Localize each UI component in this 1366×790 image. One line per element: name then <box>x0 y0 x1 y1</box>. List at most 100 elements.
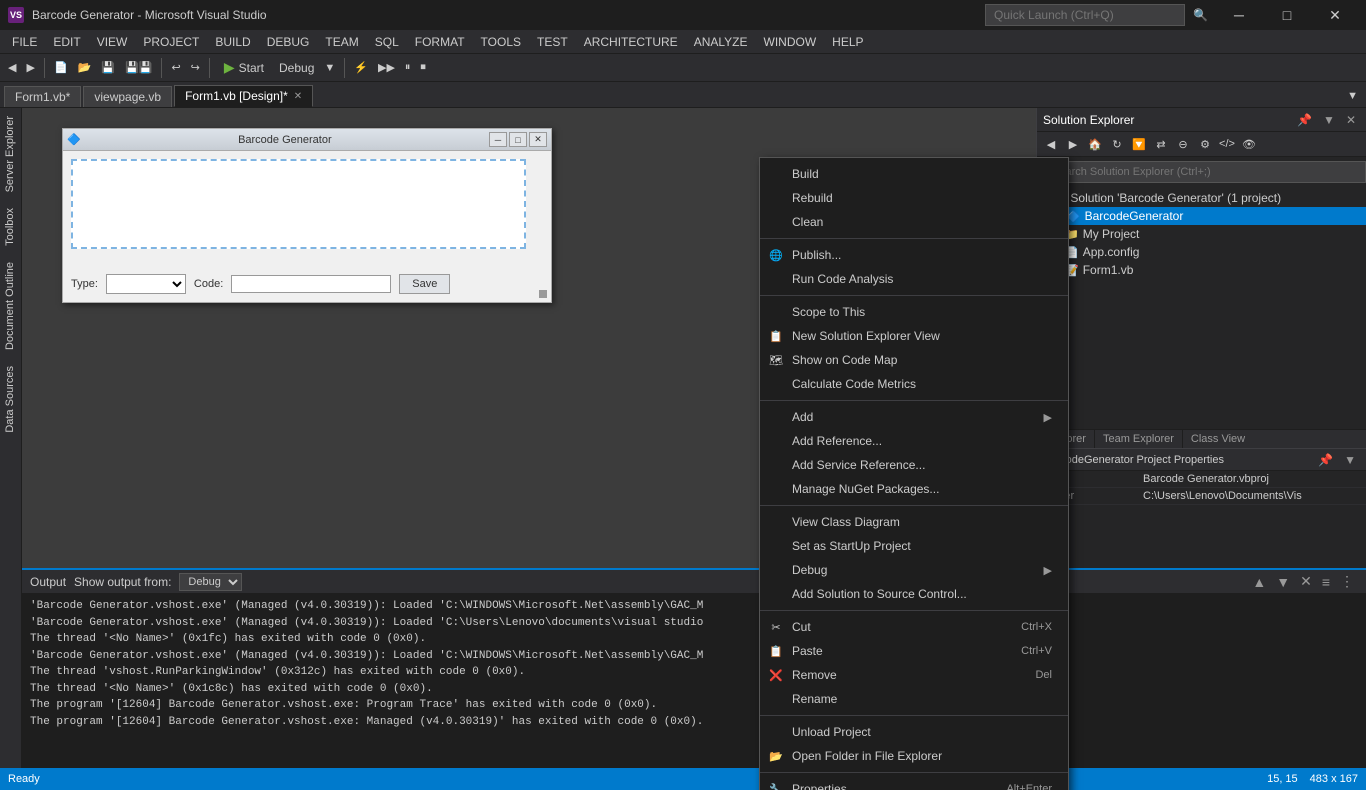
context-menu-item[interactable]: 📋PasteCtrl+V <box>760 639 1068 663</box>
menu-tools[interactable]: TOOLS <box>473 30 529 54</box>
se-btn-forward[interactable]: ▶ <box>1063 134 1083 154</box>
context-menu-item[interactable]: Rebuild <box>760 186 1068 210</box>
menu-window[interactable]: WINDOW <box>756 30 825 54</box>
context-menu-item[interactable]: Add Service Reference... <box>760 453 1068 477</box>
sidebar-tab-server-explorer[interactable]: Server Explorer <box>0 108 21 200</box>
context-menu-item[interactable]: 📋New Solution Explorer View <box>760 324 1068 348</box>
context-menu-item[interactable]: View Class Diagram <box>760 510 1068 534</box>
se-btn-properties[interactable]: ⚙ <box>1195 134 1215 154</box>
resize-handle[interactable] <box>539 290 547 298</box>
menu-build[interactable]: BUILD <box>207 30 258 54</box>
tab-class-view[interactable]: Class View <box>1183 430 1253 448</box>
type-dropdown[interactable] <box>106 274 186 294</box>
tree-item-myproject[interactable]: 📁 My Project <box>1037 225 1366 243</box>
context-menu-item[interactable]: ❌RemoveDel <box>760 663 1068 687</box>
context-menu-item[interactable]: Build <box>760 162 1068 186</box>
se-btn-home[interactable]: 🏠 <box>1085 134 1105 154</box>
debug-dropdown[interactable]: ▼ <box>320 57 339 79</box>
menu-format[interactable]: FORMAT <box>407 30 473 54</box>
toolbar-back[interactable]: ◀ <box>4 57 20 79</box>
se-btn-back[interactable]: ◀ <box>1041 134 1061 154</box>
close-button[interactable]: ✕ <box>1312 0 1358 30</box>
minimize-button[interactable]: ─ <box>1216 0 1262 30</box>
context-menu-item[interactable]: Add Solution to Source Control... <box>760 582 1068 606</box>
code-input[interactable] <box>231 275 391 293</box>
se-btn-refresh[interactable]: ↻ <box>1107 134 1127 154</box>
context-menu-item[interactable]: 🌐Publish... <box>760 243 1068 267</box>
se-btn-collapse[interactable]: ⊖ <box>1173 134 1193 154</box>
tab-form1vb[interactable]: Form1.vb* <box>4 86 81 107</box>
start-button[interactable]: ▶ Start <box>215 56 273 79</box>
se-btn-filter[interactable]: 🔽 <box>1129 134 1149 154</box>
toolbar-btn4[interactable]: ⏹ <box>416 57 430 79</box>
toolbar-save[interactable]: 💾 <box>97 57 119 79</box>
menu-analyze[interactable]: ANALYZE <box>686 30 756 54</box>
context-menu-item[interactable]: Calculate Code Metrics <box>760 372 1068 396</box>
menu-file[interactable]: FILE <box>4 30 45 54</box>
menu-team[interactable]: TEAM <box>317 30 366 54</box>
form-canvas[interactable] <box>71 159 526 249</box>
se-close-btn[interactable]: ✕ <box>1342 112 1360 128</box>
tree-item-form1vb[interactable]: 📝 Form1.vb <box>1037 261 1366 279</box>
prop-dropdown-btn[interactable]: ▼ <box>1340 452 1360 468</box>
se-btn-code[interactable]: </> <box>1217 134 1237 154</box>
tab-overflow-btn[interactable]: ▼ <box>1343 85 1362 107</box>
output-source-dropdown[interactable]: Debug <box>179 573 242 591</box>
toolbar-btn2[interactable]: ▶▶ <box>374 57 399 79</box>
form-minimize-btn[interactable]: ─ <box>489 132 507 147</box>
toolbar-save-all[interactable]: 💾💾 <box>121 57 156 79</box>
menu-test[interactable]: TEST <box>529 30 576 54</box>
form-maximize-btn[interactable]: □ <box>509 132 527 147</box>
save-button[interactable]: Save <box>399 274 450 294</box>
output-btn5[interactable]: ⋮ <box>1336 573 1358 590</box>
menu-project[interactable]: PROJECT <box>135 30 207 54</box>
context-menu-item[interactable]: 🗺Show on Code Map <box>760 348 1068 372</box>
se-btn-preview[interactable]: 👁 <box>1239 134 1259 154</box>
context-menu-item[interactable]: Add▶ <box>760 405 1068 429</box>
tab-form1design[interactable]: Form1.vb [Design]* ✕ <box>174 85 313 107</box>
context-menu-item[interactable]: 📂Open Folder in File Explorer <box>760 744 1068 768</box>
context-menu-item[interactable]: Clean <box>760 210 1068 234</box>
sidebar-tab-document-outline[interactable]: Document Outline <box>0 254 21 358</box>
toolbar-undo[interactable]: ↩ <box>167 57 184 79</box>
context-menu-item[interactable]: Unload Project <box>760 720 1068 744</box>
menu-help[interactable]: HELP <box>824 30 871 54</box>
sidebar-tab-toolbox[interactable]: Toolbox <box>0 200 21 254</box>
tree-item-project[interactable]: ▼ 🔷 BarcodeGenerator <box>1037 207 1366 225</box>
quick-launch-input[interactable] <box>985 4 1185 26</box>
output-btn3[interactable]: ✕ <box>1296 573 1316 590</box>
menu-architecture[interactable]: ARCHITECTURE <box>576 30 686 54</box>
context-menu-item[interactable]: Manage NuGet Packages... <box>760 477 1068 501</box>
toolbar-new[interactable]: 📄 <box>50 57 72 79</box>
tree-item-appconfig[interactable]: 📄 App.config <box>1037 243 1366 261</box>
context-menu-item[interactable]: Run Code Analysis <box>760 267 1068 291</box>
maximize-button[interactable]: □ <box>1264 0 1310 30</box>
menu-edit[interactable]: EDIT <box>45 30 88 54</box>
se-btn-sync[interactable]: ⇄ <box>1151 134 1171 154</box>
tree-item-solution[interactable]: ▶ 📋 Solution 'Barcode Generator' (1 proj… <box>1037 189 1366 207</box>
se-search-input[interactable] <box>1045 161 1366 183</box>
context-menu-item[interactable]: ✂CutCtrl+X <box>760 615 1068 639</box>
toolbar-forward[interactable]: ▶ <box>22 57 38 79</box>
toolbar-btn1[interactable]: ⚡ <box>350 57 372 79</box>
context-menu-item[interactable]: Set as StartUp Project <box>760 534 1068 558</box>
menu-debug[interactable]: DEBUG <box>259 30 318 54</box>
context-menu-item[interactable]: Scope to This <box>760 300 1068 324</box>
toolbar-redo[interactable]: ↪ <box>187 57 204 79</box>
se-dropdown-btn[interactable]: ▼ <box>1319 112 1339 128</box>
menu-sql[interactable]: SQL <box>367 30 407 54</box>
context-menu-item[interactable]: Add Reference... <box>760 429 1068 453</box>
menu-view[interactable]: VIEW <box>89 30 136 54</box>
se-pin-btn[interactable]: 📌 <box>1293 112 1316 128</box>
tab-viewpage[interactable]: viewpage.vb <box>83 86 172 107</box>
toolbar-open[interactable]: 📂 <box>74 57 96 79</box>
form-close-btn[interactable]: ✕ <box>529 132 547 147</box>
output-btn4[interactable]: ≡ <box>1318 573 1334 590</box>
sidebar-tab-data-sources[interactable]: Data Sources <box>0 358 21 441</box>
output-btn2[interactable]: ▼ <box>1272 573 1294 590</box>
toolbar-btn3[interactable]: ⏸ <box>401 57 415 79</box>
prop-pin-btn[interactable]: 📌 <box>1314 452 1337 468</box>
context-menu-item[interactable]: Rename <box>760 687 1068 711</box>
context-menu-item[interactable]: Debug▶ <box>760 558 1068 582</box>
tab-team-explorer[interactable]: Team Explorer <box>1095 430 1183 448</box>
